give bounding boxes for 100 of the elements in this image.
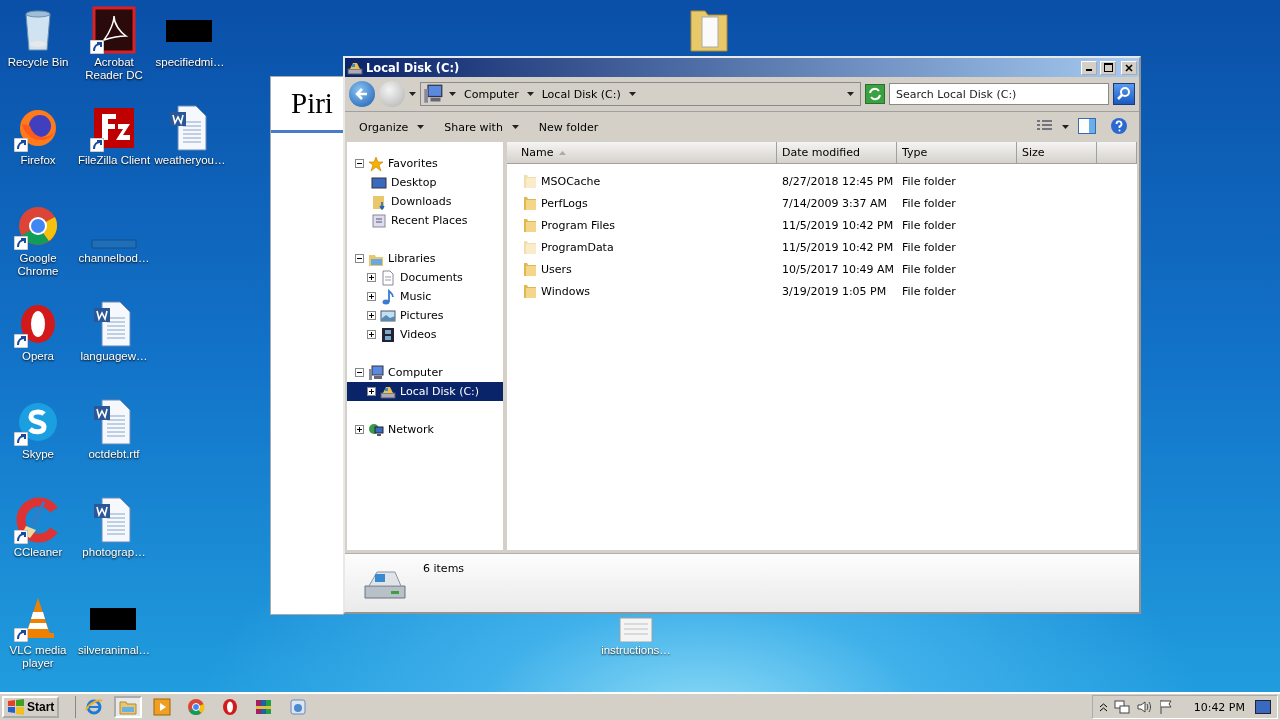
column-header[interactable]: Type bbox=[897, 142, 1017, 164]
collapse-icon[interactable] bbox=[355, 254, 364, 263]
shortcut-arrow-icon bbox=[14, 530, 28, 544]
shortcut-arrow-icon bbox=[14, 334, 28, 348]
expand-icon[interactable] bbox=[355, 425, 364, 434]
network-icon[interactable] bbox=[1113, 699, 1130, 715]
volume-icon[interactable] bbox=[1135, 699, 1152, 715]
expand-icon[interactable] bbox=[367, 273, 376, 282]
collapse-icon[interactable] bbox=[355, 159, 364, 168]
nav-item[interactable]: Desktop bbox=[347, 173, 503, 192]
minimize-button[interactable] bbox=[1081, 60, 1097, 75]
column-header[interactable]: Date modified bbox=[777, 142, 897, 164]
star-icon bbox=[368, 155, 384, 172]
date-cell-text: 10/5/2017 10:49 AM bbox=[781, 262, 896, 276]
breadcrumb-caret-icon bbox=[449, 92, 456, 96]
type-cell-text: File folder bbox=[901, 218, 957, 232]
address-dropdown-icon bbox=[847, 92, 854, 96]
file-name: ProgramData bbox=[541, 240, 614, 254]
refresh-icon bbox=[866, 85, 884, 103]
file-name: Users bbox=[541, 262, 572, 276]
shortcut-arrow-icon bbox=[14, 138, 28, 152]
file-name: PerfLogs bbox=[541, 196, 588, 210]
expand-icon[interactable] bbox=[367, 330, 376, 339]
item-count: 6 items bbox=[423, 561, 465, 577]
nav-item[interactable]: Network bbox=[347, 420, 503, 439]
chrome-icon bbox=[187, 698, 206, 716]
flag-icon[interactable] bbox=[1157, 699, 1174, 715]
refresh-button[interactable] bbox=[865, 84, 885, 104]
acrobat-icon[interactable] bbox=[90, 6, 138, 54]
column-header[interactable]: Name bbox=[507, 142, 777, 164]
file-row[interactable]: Program Files 11/5/2019 10:42 PM File folder bbox=[507, 214, 1137, 236]
videos-icon bbox=[380, 326, 396, 343]
file-name: MSOCache bbox=[541, 174, 601, 188]
toolbar-button[interactable]: Share with bbox=[436, 117, 527, 137]
help-icon bbox=[1110, 116, 1128, 135]
file-row[interactable]: Windows 3/19/2019 1:05 PM File folder bbox=[507, 280, 1137, 302]
sort-arrow-icon bbox=[559, 150, 567, 155]
toolbar-button[interactable]: Organize bbox=[351, 117, 433, 137]
file-row[interactable]: Users 10/5/2017 10:49 AM File folder bbox=[507, 258, 1137, 280]
shortcut-arrow-icon bbox=[14, 628, 28, 642]
search-button[interactable] bbox=[1113, 83, 1135, 105]
file-row[interactable]: MSOCache 8/27/2018 12:45 PM File folder bbox=[507, 170, 1137, 192]
expand-icon[interactable] bbox=[367, 311, 376, 320]
view-caret-icon bbox=[1062, 125, 1069, 129]
show-hidden-icons-icon[interactable] bbox=[1098, 702, 1108, 712]
collapse-icon[interactable] bbox=[355, 368, 364, 377]
desktop-icon bbox=[371, 174, 387, 191]
ie-icon bbox=[85, 698, 104, 716]
preview-pane-icon bbox=[1078, 117, 1096, 134]
search-field[interactable]: Search Local Disk (C:) bbox=[889, 83, 1109, 105]
toolbar-button[interactable]: New folder bbox=[530, 117, 607, 137]
details-view-icon bbox=[1037, 119, 1053, 132]
date-cell-text: 7/14/2009 3:37 AM bbox=[781, 196, 889, 210]
opera-icon bbox=[221, 698, 240, 716]
breadcrumb-caret-icon bbox=[526, 92, 534, 96]
pictures-icon bbox=[380, 307, 396, 324]
clock: 10:42 PM bbox=[1193, 700, 1245, 714]
date-cell-text: 3/19/2019 1:05 PM bbox=[781, 284, 888, 298]
breadcrumb-item[interactable]: Computer bbox=[462, 87, 521, 101]
music-icon bbox=[380, 288, 396, 305]
nav-item[interactable]: Pictures bbox=[347, 306, 503, 325]
expand-icon[interactable] bbox=[367, 292, 376, 301]
back-button[interactable] bbox=[349, 81, 375, 107]
shortcut-arrow-icon bbox=[14, 236, 28, 250]
downloads-icon bbox=[371, 193, 387, 210]
type-cell-text: File folder bbox=[901, 262, 957, 276]
nav-item[interactable]: Music bbox=[347, 287, 503, 306]
shortcut-arrow-icon bbox=[90, 40, 104, 54]
type-cell-text: File folder bbox=[901, 174, 957, 188]
expand-icon[interactable] bbox=[367, 387, 376, 396]
file-row[interactable]: PerfLogs 7/14/2009 3:37 AM File folder bbox=[507, 192, 1137, 214]
breadcrumb-item[interactable]: Local Disk (C:) bbox=[539, 87, 623, 101]
nav-item[interactable]: Local Disk (C:) bbox=[347, 382, 503, 401]
document-heading: Piri bbox=[290, 86, 334, 120]
start-button[interactable]: Start bbox=[2, 696, 60, 718]
nav-item[interactable]: Libraries bbox=[347, 249, 503, 268]
date-cell-text: 11/5/2019 10:42 PM bbox=[781, 240, 895, 254]
nav-item[interactable]: Computer bbox=[347, 363, 503, 382]
date-cell-text: 11/5/2019 10:42 PM bbox=[781, 218, 895, 232]
shortcut-arrow-icon bbox=[14, 432, 28, 446]
nav-item[interactable]: Favorites bbox=[347, 154, 503, 173]
window-title: Local Disk (C:) bbox=[366, 60, 461, 75]
nav-item[interactable]: Recent Places bbox=[347, 211, 503, 230]
address-bar[interactable]: Computer Local Disk (C:) bbox=[420, 82, 861, 106]
shortcut-arrow-icon bbox=[90, 138, 104, 152]
nav-item[interactable]: Videos bbox=[347, 325, 503, 344]
file-row[interactable]: ProgramData 11/5/2019 10:42 PM File folder bbox=[507, 236, 1137, 258]
type-cell-text: File folder bbox=[901, 240, 957, 254]
close-icon bbox=[1125, 63, 1133, 72]
minimize-icon bbox=[1086, 69, 1092, 71]
setup-icon bbox=[289, 698, 308, 716]
nav-item[interactable]: Downloads bbox=[347, 192, 503, 211]
column-header[interactable]: Size bbox=[1017, 142, 1097, 164]
explorer-icon bbox=[119, 698, 138, 716]
breadcrumb-caret-icon bbox=[628, 92, 636, 96]
show-desktop-icon[interactable] bbox=[1255, 700, 1271, 714]
maximize-button[interactable] bbox=[1100, 60, 1116, 75]
close-button[interactable] bbox=[1121, 60, 1137, 75]
nav-item[interactable]: Documents bbox=[347, 268, 503, 287]
winrar-icon bbox=[255, 698, 274, 716]
